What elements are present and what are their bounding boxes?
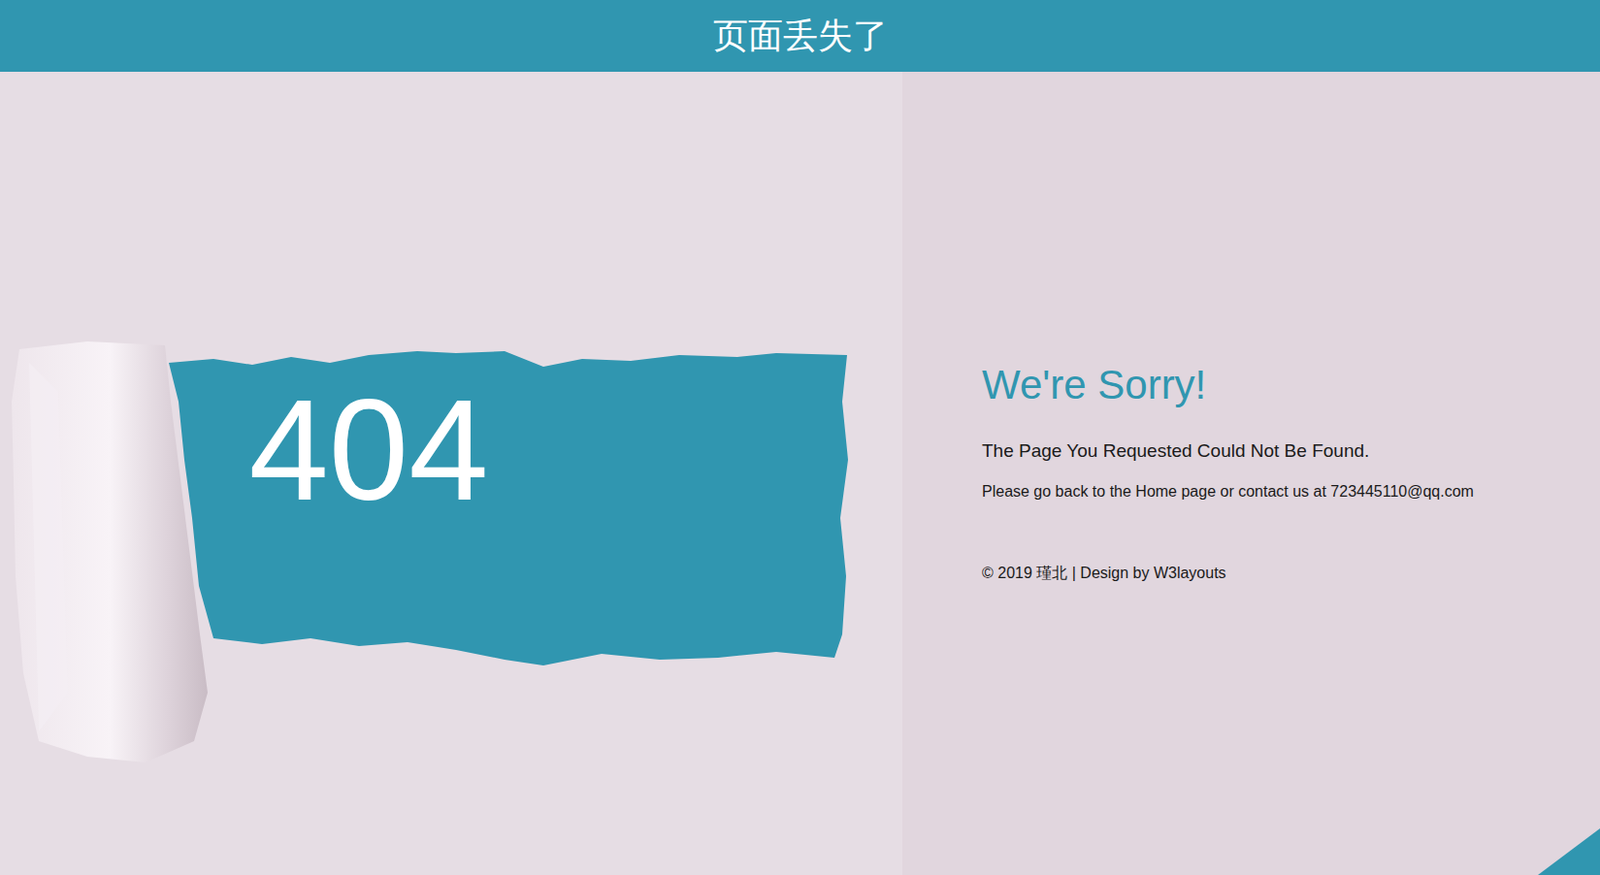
not-found-subheading: The Page You Requested Could Not Be Foun… (981, 437, 1585, 465)
corner-decoration-icon (1537, 828, 1600, 875)
page-header: 页面丢失了 (0, 0, 1600, 72)
copyright-footer: © 2019 瑾北 | Design by W3layouts (981, 560, 1585, 587)
page-title: 页面丢失了 (713, 18, 888, 54)
error-code: 404 (249, 378, 490, 523)
hero-panel: 404 (0, 71, 903, 875)
message-panel: We're Sorry! The Page You Requested Could… (902, 71, 1600, 875)
contact-message: Please go back to the Home page or conta… (981, 479, 1585, 505)
page-body: 404 We're Sorry! The Page You Requested Co… (0, 71, 1600, 875)
error-page: 页面丢失了 404 We're Sorry! The Page You Request… (0, 0, 1600, 875)
sorry-heading: We're Sorry! (981, 360, 1585, 410)
